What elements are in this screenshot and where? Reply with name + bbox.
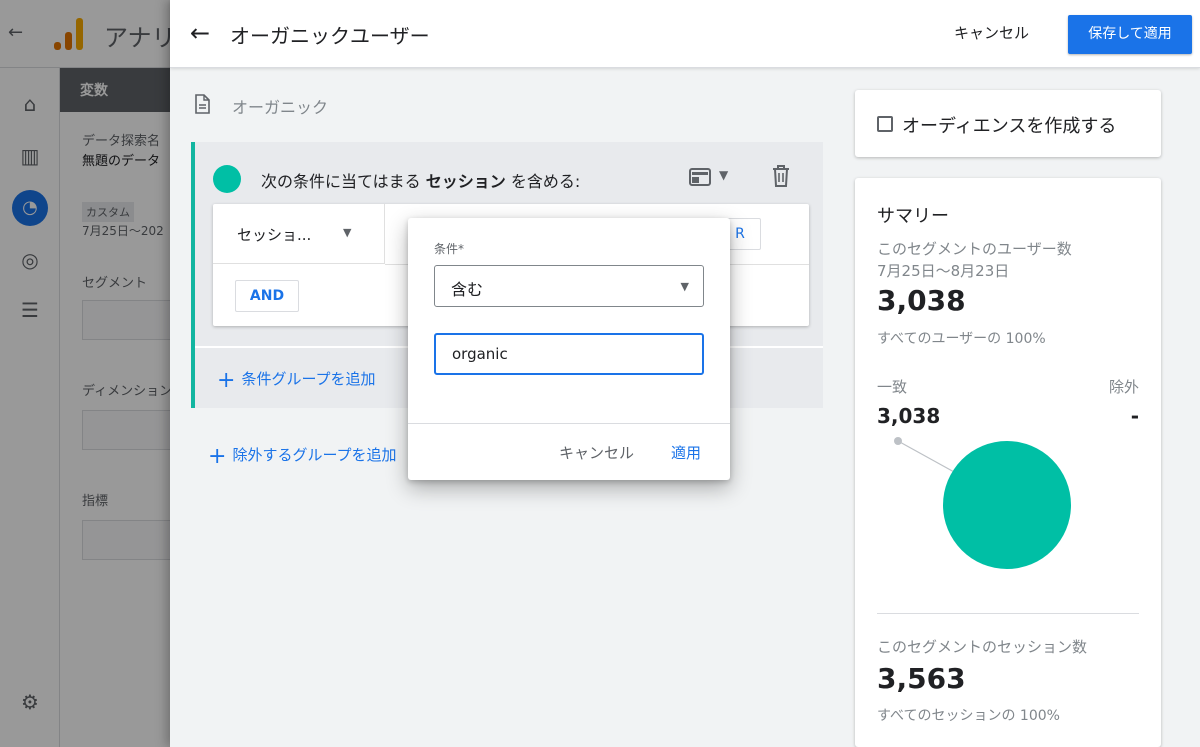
condition-value-input[interactable] [434, 333, 704, 375]
dimension-label: セッショ... [237, 226, 312, 244]
plus-icon: + [208, 444, 227, 469]
add-condition-group-button[interactable]: + 条件グループを追加 [217, 368, 376, 393]
create-audience-label[interactable]: オーディエンスを作成する [902, 112, 1116, 138]
dialog-divider [408, 423, 730, 424]
condition-scope[interactable]: セッション [426, 172, 506, 191]
summary-divider [877, 613, 1139, 614]
trash-icon[interactable] [771, 164, 791, 188]
scope-layout-icon[interactable] [689, 168, 711, 186]
create-audience-checkbox[interactable] [877, 116, 893, 132]
and-button[interactable]: AND [235, 280, 299, 312]
pie-leader-dot [894, 437, 902, 445]
segment-sessions-share: すべてのセッションの 100% [877, 708, 1060, 724]
create-audience-card: オーディエンスを作成する [855, 90, 1161, 157]
dialog-cancel-button[interactable]: キャンセル [559, 442, 634, 463]
condition-header: 次の条件に当てはまる セッション を含める: [261, 168, 580, 192]
segment-users-label: このセグメントのユーザー数 [877, 240, 1072, 258]
chevron-down-icon: ▼ [680, 280, 689, 293]
summary-title: サマリー [877, 206, 949, 227]
summary-date-range: 7月25日～8月23日 [877, 262, 1010, 280]
document-icon [195, 94, 210, 114]
summary-card: サマリー このセグメントのユーザー数 7月25日～8月23日 3,038 すべて… [855, 178, 1161, 747]
pie-match-slice [943, 441, 1071, 569]
segment-name-field[interactable]: オーガニック [232, 94, 328, 118]
match-value: 3,038 [877, 404, 941, 428]
segment-users-share: すべてのユーザーの 100% [877, 331, 1046, 347]
segment-editor-header: ← オーガニックユーザー キャンセル 保存して適用 [170, 0, 1200, 68]
operator-select[interactable]: 含む ▼ [434, 265, 704, 307]
dialog-apply-button[interactable]: 適用 [671, 442, 701, 463]
add-condition-group-label: 条件グループを追加 [241, 370, 376, 388]
scope-caret-icon[interactable]: ▼ [719, 168, 728, 182]
chevron-down-icon: ▼ [343, 226, 352, 239]
exclude-label: 除外 [1108, 378, 1139, 396]
condition-suffix: を含める: [510, 172, 581, 191]
match-pie-chart [894, 437, 1071, 569]
add-exclude-group-label: 除外するグループを追加 [232, 446, 397, 464]
match-label: 一致 [877, 378, 908, 396]
condition-dialog: 条件* 含む ▼ キャンセル 適用 [408, 218, 730, 480]
back-arrow-icon[interactable]: ← [186, 18, 214, 48]
segment-sessions-value: 3,563 [877, 662, 966, 695]
save-and-apply-button[interactable]: 保存して適用 [1068, 15, 1192, 54]
add-exclude-group-button[interactable]: + 除外するグループを追加 [208, 444, 397, 469]
plus-icon: + [217, 368, 236, 393]
condition-prefix: 次の条件に当てはまる [261, 172, 421, 191]
segment-title: オーガニックユーザー [230, 24, 430, 48]
segment-users-value: 3,038 [877, 284, 966, 317]
segment-color-dot [213, 165, 241, 193]
segment-sessions-label: このセグメントのセッション数 [877, 638, 1088, 656]
dimension-select[interactable]: セッショ... ▼ [213, 204, 385, 264]
header-cancel-button[interactable]: キャンセル [954, 22, 1029, 43]
condition-label: 条件* [434, 242, 465, 256]
exclude-value: - [1130, 404, 1139, 428]
operator-value: 含む [451, 280, 484, 299]
